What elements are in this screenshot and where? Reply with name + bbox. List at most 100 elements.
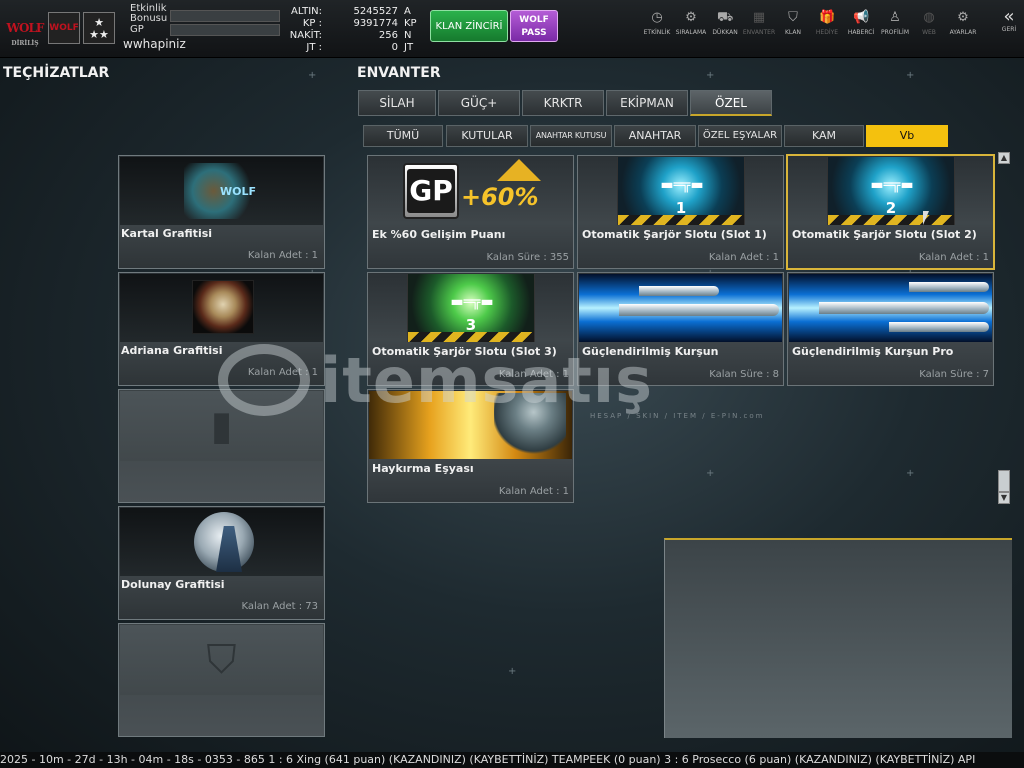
item-count: Kalan Süre : 7 — [919, 369, 989, 380]
gp-label: GP — [130, 24, 144, 35]
inventory-scrollbar[interactable]: ▲ ▼ — [998, 152, 1010, 504]
scroll-thumb[interactable] — [998, 470, 1010, 492]
megaphone-icon: 📢 — [853, 10, 870, 25]
item-count: Kalan Adet : 1 — [498, 486, 569, 497]
inventory-item-reinforced-bullet-pro[interactable]: Güçlendirilmiş Kurşun Pro Kalan Süre : 7 — [787, 272, 994, 386]
subtab-ozel-esyalar[interactable]: ÖZEL EŞYALAR — [698, 125, 782, 147]
currency-row-altin: ALTIN: 5245527 A — [286, 6, 422, 18]
slot-1-image: ▬═╦▬ 1 — [579, 157, 782, 225]
currency-unit: N — [404, 30, 412, 41]
nav-dukkan[interactable]: ⛟ DÜKKAN — [708, 8, 742, 36]
slot-3-image: ▬═╦▬ 3 — [369, 274, 572, 342]
clan-badge[interactable]: WOLF — [48, 12, 80, 44]
double-chevron-left-icon: « — [1003, 6, 1015, 27]
equipment-name: Adriana Grafitisi — [121, 344, 223, 357]
tab-ozel[interactable]: ÖZEL — [690, 90, 772, 116]
scroll-down-button[interactable]: ▼ — [998, 492, 1010, 504]
nav-envanter[interactable]: ▦ ENVANTER — [742, 8, 776, 36]
wolf-pass-button[interactable]: WOLF PASS — [510, 10, 558, 42]
equipment-slot-kartal[interactable]: WOLF Kartal Grafitisi Kalan Adet : 1 — [118, 155, 325, 269]
watermark-subtext: HESAP / SKIN / ITEM / E-PIN.com — [590, 412, 765, 420]
decor-plus: + — [706, 468, 715, 479]
inventory-icon: ▦ — [752, 10, 766, 25]
currency-value: 9391774 — [353, 18, 398, 29]
currency-unit: JT — [404, 42, 414, 53]
game-logo-subtitle: DİRİLİŞ — [11, 40, 39, 47]
item-name: Güçlendirilmiş Kurşun Pro — [792, 345, 954, 358]
back-label: GERİ — [1001, 26, 1017, 33]
equipment-slot-adriana[interactable]: Adriana Grafitisi Kalan Adet : 1 — [118, 272, 325, 386]
equipment-slot-dolunay[interactable]: Dolunay Grafitisi Kalan Adet : 73 — [118, 506, 325, 620]
item-count: Kalan Adet : 1 — [708, 252, 779, 263]
nav-profilim[interactable]: ♙ PROFİLİM — [878, 8, 912, 36]
subtab-kutular[interactable]: KUTULAR — [446, 125, 528, 147]
clan-chain-button[interactable]: KLAN ZİNCİRİ — [430, 10, 508, 42]
inventory-item-slot-1[interactable]: ▬═╦▬ 1 Otomatik Şarjör Slotu (Slot 1) Ka… — [577, 155, 784, 269]
inventory-item-reinforced-bullet[interactable]: Güçlendirilmiş Kurşun Kalan Süre : 8 — [577, 272, 784, 386]
gp-icon: GP — [403, 163, 459, 219]
gp-boost-image: GP +60% — [369, 157, 572, 225]
item-name: Otomatik Şarjör Slotu (Slot 2) — [792, 228, 977, 241]
nav-klan[interactable]: ⛉ KLAN — [776, 8, 810, 36]
nav-label: KLAN — [784, 29, 801, 36]
nav-label: SIRALAMA — [675, 29, 707, 36]
inventory-item-slot-3[interactable]: ▬═╦▬ 3 Otomatik Şarjör Slotu (Slot 3) Ka… — [367, 272, 574, 386]
equipment-slot-empty-shield[interactable]: ⛉ — [118, 623, 325, 737]
inventory-title: ENVANTER — [357, 65, 441, 81]
mouse-cursor-icon — [923, 211, 929, 225]
nav-label: AYARLAR — [949, 29, 977, 36]
rank-badge[interactable]: ★ ★★ — [83, 12, 115, 44]
inventory-item-gp-boost[interactable]: GP +60% Ek %60 Gelişim Puanı Kalan Süre … — [367, 155, 574, 269]
nav-label: ETKİNLİK — [643, 29, 671, 36]
nav-label: DÜKKAN — [712, 29, 738, 36]
tab-ekipman[interactable]: EKİPMAN — [606, 90, 688, 116]
tab-silah[interactable]: SİLAH — [358, 90, 436, 116]
tab-krktr[interactable]: KRKTR — [522, 90, 604, 116]
nav-ayarlar[interactable]: ⚙ AYARLAR — [946, 8, 980, 36]
nav-siralama[interactable]: ⚙ SIRALAMA — [674, 8, 708, 36]
equipment-title: TEÇHİZATLAR — [3, 65, 110, 81]
nav-hediye[interactable]: 🎁 HEDİYE — [810, 8, 844, 36]
shout-item-graphic — [369, 391, 572, 459]
nav-label: HEDİYE — [815, 29, 839, 36]
rifle-icon: ▬═╦▬ — [870, 177, 914, 193]
back-button[interactable]: « GERİ — [996, 6, 1022, 34]
slot-2-image: ▬═╦▬ 2 — [789, 157, 992, 225]
item-detail-panel — [664, 538, 1012, 738]
item-count: Kalan Süre : 355 — [486, 252, 569, 263]
globe-icon: ◍ — [923, 10, 935, 25]
subtab-tumu[interactable]: TÜMÜ — [363, 125, 443, 147]
nav-haberci[interactable]: 📢 HABERCİ — [844, 8, 878, 36]
username: wwhapiniz — [123, 37, 186, 51]
equipment-slot-empty-spray[interactable]: ▮ — [118, 389, 325, 503]
currency-label: NAKİT: — [289, 30, 322, 41]
top-nav: ◷ ETKİNLİK ⚙ SIRALAMA ⛟ DÜKKAN ▦ ENVANTER ⛉ K… — [640, 8, 980, 36]
soldier-portrait — [494, 393, 566, 457]
subtab-anahtar[interactable]: ANAHTAR — [614, 125, 696, 147]
subtab-kam[interactable]: KAM — [784, 125, 864, 147]
rifle-icon: ▬═╦▬ — [450, 294, 494, 310]
event-bonus-label: Etkinlik Bonusu — [130, 3, 168, 24]
bullet-icon — [909, 282, 989, 292]
dolunay-graffiti-image — [120, 508, 323, 576]
subtab-vb[interactable]: Vb — [866, 125, 948, 147]
decor-plus: + — [508, 666, 517, 677]
bullet-image — [579, 274, 782, 342]
game-logo: WOLF DİRİLİŞ — [4, 12, 46, 47]
decor-plus: + — [906, 70, 915, 81]
profile-icon: ♙ — [889, 10, 901, 25]
nav-web[interactable]: ◍ WEB — [912, 8, 946, 36]
item-count: Kalan Süre : 8 — [709, 369, 779, 380]
currency-label: JT : — [306, 42, 322, 53]
scroll-up-button[interactable]: ▲ — [998, 152, 1010, 164]
currency-row-nakit: NAKİT: 256 N — [286, 30, 422, 42]
inventory-item-shout[interactable]: Haykırma Eşyası Kalan Adet : 1 — [367, 389, 574, 503]
inventory-item-slot-2[interactable]: ▬═╦▬ 2 Otomatik Şarjör Slotu (Slot 2) Ka… — [786, 154, 995, 270]
tab-guc[interactable]: GÜÇ+ — [438, 90, 520, 116]
subtab-anahtar-kutusu[interactable]: ANAHTAR KUTUSU — [530, 125, 612, 147]
item-count: Kalan Adet : 1 — [918, 252, 989, 263]
currency-label: KP : — [302, 18, 322, 29]
equipment-count: Kalan Adet : 1 — [247, 250, 318, 261]
item-name: Otomatik Şarjör Slotu (Slot 1) — [582, 228, 767, 241]
nav-etkinlik[interactable]: ◷ ETKİNLİK — [640, 8, 674, 36]
